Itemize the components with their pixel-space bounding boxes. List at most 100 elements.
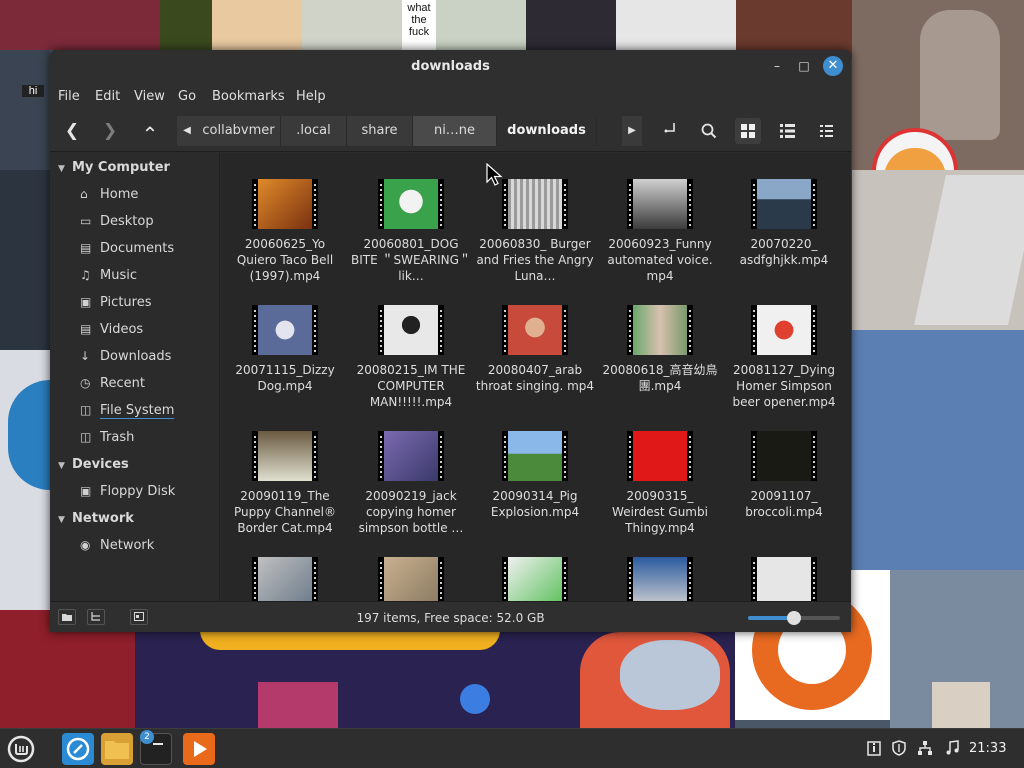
sidebar-item-network[interactable]: ◉ Network <box>80 535 154 555</box>
breadcrumb-scroll-left[interactable]: ◀ <box>177 116 197 146</box>
sidebar-item-downloads[interactable]: ↓ Downloads <box>80 346 171 366</box>
file-item[interactable]: 20090119_The Puppy Channel® Border Cat.m… <box>222 431 348 536</box>
sidebar-item-label: Recent <box>100 376 145 391</box>
video-thumbnail <box>252 557 318 601</box>
wallpaper-tile <box>0 170 50 350</box>
sidebar-item-videos[interactable]: ▤ Videos <box>80 319 143 339</box>
sidebar-item-desktop[interactable]: ▭ Desktop <box>80 211 154 231</box>
breadcrumb-scroll-right[interactable]: ▶ <box>622 116 642 146</box>
file-item[interactable]: 20080407_arab throat singing. mp4 <box>472 305 598 394</box>
clock-icon: ◷ <box>80 376 91 390</box>
breadcrumb-downloads[interactable]: downloads <box>497 116 597 146</box>
sidebar-item-trash[interactable]: ◫ Trash <box>80 427 134 447</box>
web-browser-launcher[interactable] <box>62 733 94 765</box>
sidebar-section-devices[interactable]: ▼ Devices <box>58 457 129 472</box>
expand-triangle-icon: ▼ <box>58 515 65 525</box>
location-toggle-icon <box>664 123 675 133</box>
search-button[interactable] <box>696 118 722 144</box>
file-item[interactable]: 20090314_Pig Explosion.mp4 <box>472 431 598 520</box>
sidebar-item-floppy-disk[interactable]: ▣ Floppy Disk <box>80 481 175 501</box>
zoom-slider-handle[interactable] <box>787 611 801 625</box>
file-item[interactable]: 20090315_ Weirdest Gumbi Thingy.mp4 <box>597 431 723 536</box>
sidebar-item-file-system[interactable]: ◫ File System <box>80 400 175 420</box>
sidebar-item-label: Downloads <box>100 349 172 364</box>
file-item[interactable]: 20071115_Dizzy Dog.mp4 <box>222 305 348 394</box>
file-item[interactable]: 20060923_Funny automated voice. mp4 <box>597 179 723 284</box>
close-button[interactable]: ✕ <box>823 56 843 76</box>
file-item[interactable]: 20080618_高音幼鳥團.mp4 <box>597 305 723 394</box>
toggle-location-icon[interactable] <box>657 118 683 144</box>
file-item[interactable]: 20091107_ broccoli.mp4 <box>721 431 847 520</box>
video-thumbnail <box>751 179 817 229</box>
back-button[interactable]: ❮ <box>59 118 85 144</box>
compact-icon <box>819 125 833 137</box>
floppy-icon: ▣ <box>80 484 92 498</box>
up-button[interactable]: ⌃ <box>137 118 163 146</box>
file-item[interactable]: 20081127_Dying Homer Simpson beer opener… <box>721 305 847 410</box>
breadcrumb-collabvmer[interactable]: collabvmer <box>197 116 281 146</box>
file-manager-window: downloads – □ ✕ File Edit View Go Bookma… <box>50 50 851 632</box>
browser-icon <box>66 737 90 761</box>
title-bar[interactable]: downloads – □ ✕ <box>50 50 851 82</box>
list-view-button[interactable] <box>774 118 800 144</box>
sidebar-section-network[interactable]: ▼ Network <box>58 511 134 526</box>
start-menu-button[interactable] <box>5 733 37 765</box>
file-name: 20070220_ asdfghjkk.mp4 <box>739 237 829 267</box>
wallpaper-caption: what the fuck <box>407 2 431 38</box>
forward-button[interactable]: ❯ <box>97 118 123 144</box>
file-item[interactable] <box>721 557 847 601</box>
sidebar-section-my-computer[interactable]: ▼ My Computer <box>58 160 170 175</box>
file-name: 20060625_Yo Quiero Taco Bell (1997).mp4 <box>236 237 334 283</box>
file-item[interactable]: 20060830_ Burger and Fries the Angry Lun… <box>472 179 598 284</box>
update-manager-icon[interactable] <box>866 740 882 760</box>
media-player-launcher[interactable] <box>183 733 215 765</box>
file-item[interactable]: 20060625_Yo Quiero Taco Bell (1997).mp4 <box>222 179 348 284</box>
file-item[interactable] <box>348 557 474 601</box>
sidebar-item-label: Pictures <box>100 295 152 310</box>
compact-view-button[interactable] <box>813 118 839 144</box>
sidebar-item-pictures[interactable]: ▣ Pictures <box>80 292 151 312</box>
breadcrumb-share[interactable]: share <box>347 116 413 146</box>
menu-bookmarks[interactable]: Bookmarks <box>212 89 285 104</box>
sidebar-item-recent[interactable]: ◷ Recent <box>80 373 145 393</box>
menu-help[interactable]: Help <box>296 89 326 104</box>
file-item[interactable] <box>472 557 598 601</box>
sound-icon[interactable] <box>944 740 960 760</box>
shield-icon[interactable] <box>891 740 907 760</box>
sidebar-item-documents[interactable]: ▤ Documents <box>80 238 174 258</box>
menu-view[interactable]: View <box>134 89 165 104</box>
menu-edit[interactable]: Edit <box>95 89 120 104</box>
file-item[interactable]: 20070220_ asdfghjkk.mp4 <box>721 179 847 268</box>
sidebar-item-music[interactable]: ♫ Music <box>80 265 137 285</box>
menu-go[interactable]: Go <box>178 89 196 104</box>
clock[interactable]: 21:33 <box>969 741 1006 756</box>
file-item[interactable]: 20090219_jack copying homer simpson bott… <box>348 431 474 536</box>
breadcrumb-local[interactable]: .local <box>281 116 347 146</box>
file-name: 20090219_jack copying homer simpson bott… <box>358 489 464 535</box>
sidebar-item-home[interactable]: ⌂ Home <box>80 184 138 204</box>
video-thumbnail <box>378 557 444 601</box>
menu-file[interactable]: File <box>58 89 80 104</box>
maximize-button[interactable]: □ <box>794 56 814 76</box>
wallpaper-tile <box>0 50 50 170</box>
file-name: 20090119_The Puppy Channel® Border Cat.m… <box>233 489 337 535</box>
file-name: 20090314_Pig Explosion.mp4 <box>490 489 580 519</box>
mouse-pointer-icon <box>486 163 503 186</box>
network-status-icon[interactable] <box>917 740 933 760</box>
zoom-slider[interactable] <box>748 611 840 625</box>
section-label: My Computer <box>72 160 170 175</box>
trash-icon: ◫ <box>80 430 92 444</box>
file-item[interactable] <box>597 557 723 601</box>
file-manager-launcher[interactable] <box>101 733 133 765</box>
minimize-button[interactable]: – <box>767 56 787 76</box>
list-icon <box>779 124 795 138</box>
video-thumbnail <box>502 179 568 229</box>
desktop-icon: ▭ <box>80 214 92 228</box>
sidebar-item-label: Desktop <box>100 214 154 229</box>
icon-view-button[interactable] <box>735 118 761 144</box>
file-item[interactable]: 20060801_DOG BITE ＂SWEARING＂ lik… <box>348 179 474 284</box>
sidebar-item-label: Music <box>100 268 137 283</box>
file-item[interactable]: 20080215_IM THE COMPUTER MAN!!!!!.mp4 <box>348 305 474 410</box>
file-item[interactable] <box>222 557 348 601</box>
breadcrumb-nemo[interactable]: ni…ne <box>413 116 497 146</box>
